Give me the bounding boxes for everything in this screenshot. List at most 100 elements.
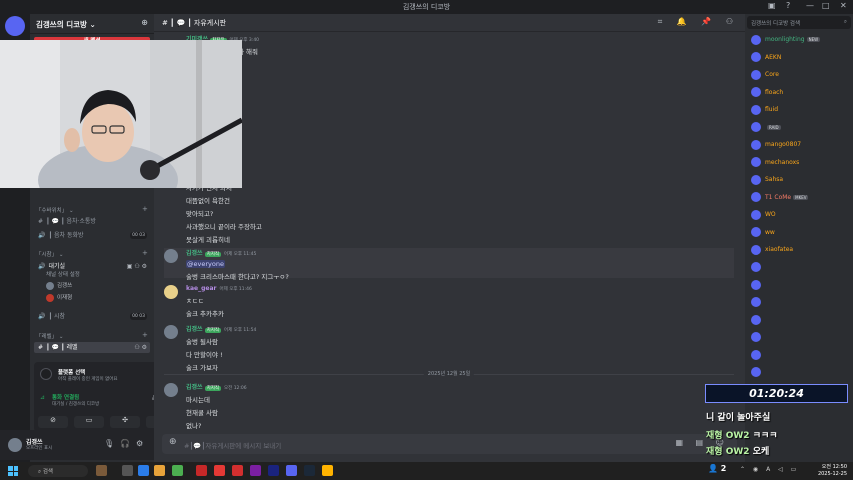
server-header[interactable]: 김갱쓰의 디코방 ⌄ ⊕ [30,14,154,34]
category-header[interactable]: 「시참」 ⌄ + [36,249,148,258]
system-tray[interactable]: ⌃ ◉ A ◁ ▭ [740,466,799,473]
taskbar-search-label: 검색 [42,469,53,475]
settings-icon[interactable]: ⚙ [136,439,143,448]
help-icon[interactable]: ? [786,1,790,10]
avatar [751,279,761,290]
channel-voice-1[interactable]: 🔊 ┃ 음차 동화방 00 03 [34,230,150,241]
channel-tools[interactable]: ⚇ ⚙ [134,342,147,353]
member-item[interactable]: Core [751,69,779,81]
member-item[interactable]: AEKN [751,52,781,64]
channel-tools[interactable]: ▣ ⚇ ⚙ [127,261,147,272]
voice-location[interactable]: 대기실 / 김갱쓰의 디코방 [52,401,99,407]
voice-user[interactable]: 김갱쓰 [46,281,72,291]
folder-icon[interactable] [154,465,165,476]
app-icon[interactable] [322,465,333,476]
clock[interactable]: 오전 12:50 2025-12-25 [818,464,847,478]
channel-chat[interactable]: # ┃ 💬 ┃ 음차·소통방 [34,216,150,227]
activity-subtitle: 아직 플레이 중인 게임이 없어요 [58,377,118,382]
message-author[interactable]: 김갱쓰 [186,326,203,333]
inbox-icon[interactable]: ▣ [768,1,776,10]
avatar[interactable] [164,325,178,339]
search-input[interactable]: 김갱쓰의 디코방 검색 ⌕ [747,16,851,29]
message-author[interactable]: 김갱쓰 [186,250,203,257]
voice-status[interactable]: 통화 연결됨 [52,393,79,401]
minimize-icon[interactable]: — [806,1,814,10]
member-item[interactable]: xiaofatea [751,244,793,256]
member-item[interactable] [751,314,765,326]
add-channel-icon[interactable]: + [142,205,148,213]
youtube-icon[interactable] [232,465,243,476]
member-item[interactable]: WO [751,209,776,221]
message-author[interactable]: kae_gear [186,285,216,292]
everyone-mention[interactable]: @everyone [186,260,225,268]
signal-icon[interactable]: ⊿ [40,394,45,401]
avatar[interactable] [8,438,22,452]
member-name: fluid [765,106,779,113]
member-item[interactable]: mango0807 [751,139,801,151]
channel-voice-2[interactable]: 🔊 ┃ 시참 00 03 [34,311,150,322]
message-author[interactable]: 김갱쓰 [186,384,203,391]
member-item[interactable]: mechanoxs [751,157,799,169]
premiere-icon[interactable] [268,465,279,476]
steam-icon[interactable] [304,465,315,476]
voice-user-name: 이재형 [57,295,73,301]
voice-user[interactable]: 이재형 [46,293,72,303]
message-text: 현재쿨 사람 [186,409,218,417]
message-mention: 김갱쓰 치지직 어제 오후 11:45 @everyone 술벙 크리스마스때 한다… [164,248,734,281]
maximize-icon[interactable]: □ [822,1,830,10]
member-item[interactable] [751,297,765,309]
app-icon[interactable] [250,465,261,476]
avatar [751,52,761,62]
microphone-icon[interactable]: 🎙 [104,439,114,448]
member-item[interactable]: fluid [751,104,778,116]
member-item[interactable]: moonlighting NEW [751,34,821,46]
category-header[interactable]: 「수바위치」 ⌄ + [36,205,148,214]
role-tag: 치지직 [204,328,221,333]
channel-label: ┃ 💬 ┃ 음차·소통방 [46,218,96,225]
windows-start-icon[interactable] [8,466,18,476]
activity-title[interactable]: 플랫폼 선택 [58,368,85,376]
member-item[interactable] [751,262,765,274]
member-item[interactable]: floach [751,87,783,99]
edge-icon[interactable] [138,465,149,476]
member-item[interactable] [751,279,765,291]
message: 김갱쓰 치지직 오전 12:06 마시는데 현재쿨 사람 없나? [164,382,734,430]
message-input[interactable]: ⊕ #┃💬┃자유게시판에 메시지 보내기 ▦ ▤ ☺ [162,434,737,454]
member-item[interactable]: Sahsa [751,174,783,186]
member-item[interactable] [751,367,765,379]
add-channel-icon[interactable]: + [142,249,148,257]
header-toolbar[interactable]: ⌗ 🔔 📌 ⚇ [658,17,739,27]
app-icon[interactable] [96,465,107,476]
home-button[interactable] [5,16,25,36]
screen-share-button[interactable]: ▭ [74,416,104,428]
add-channel-icon[interactable]: + [142,331,148,339]
message: 김갱쓰 치지직 어제 오후 11:54 술벙 될사람 다 만할이야 ! 술크 가보자 [164,324,734,372]
avatar [751,244,761,255]
chrome-icon[interactable] [172,465,183,476]
app-icon[interactable] [214,465,225,476]
activities-button[interactable]: ✣ [110,416,140,428]
discord-icon[interactable] [286,465,297,476]
app-icon[interactable] [122,465,133,476]
member-item[interactable] [751,332,765,344]
member-item[interactable]: RAID [751,122,781,134]
category-header[interactable]: 「레벨」 ⌄ + [36,331,148,340]
member-item[interactable]: T1 CoMe MKEV [751,192,809,204]
avatar[interactable] [164,383,178,397]
member-item[interactable] [751,349,765,361]
channel-level[interactable]: # ┃ 💬 ┃ 레벨 ⚇ ⚙ [34,342,150,353]
taskbar-search[interactable]: ⌕ 검색 [28,465,88,477]
add-member-icon[interactable]: ⊕ [141,18,148,27]
channel-count: 00 03 [130,232,147,239]
message-time: 오전 12:06 [223,386,247,391]
avatar [751,367,761,377]
close-icon[interactable]: ✕ [840,1,847,10]
headphones-icon[interactable]: 🎧 [120,439,130,448]
member-item[interactable]: ww [751,227,775,239]
avatar[interactable] [164,249,178,263]
attach-icon[interactable]: ⊕ [169,437,177,447]
member-name: moonlighting [765,36,805,43]
camera-button[interactable]: ⊘ [38,416,68,428]
app-icon[interactable] [196,465,207,476]
avatar[interactable] [164,285,178,299]
